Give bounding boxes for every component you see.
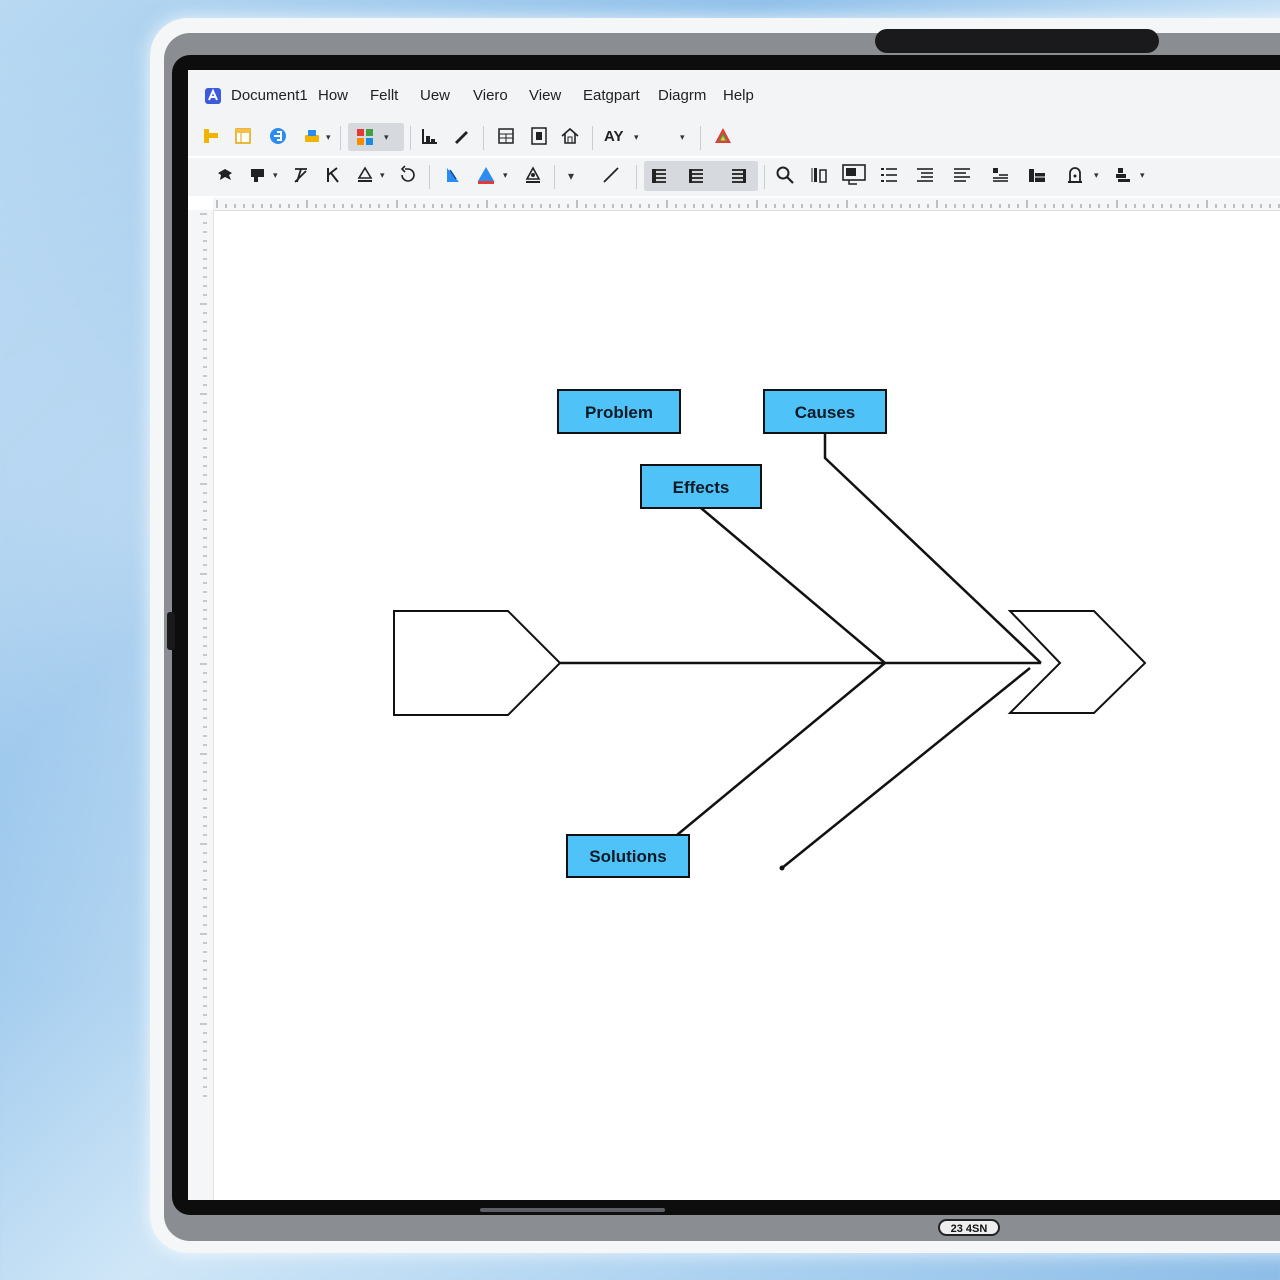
- effects-bone: [700, 507, 886, 664]
- lower-bone: [781, 667, 1031, 869]
- device-badge: 23 4SN: [938, 1219, 1000, 1236]
- causes-bone: [823, 433, 1042, 664]
- causes-node[interactable]: Causes: [763, 389, 887, 434]
- home-indicator: [480, 1208, 665, 1212]
- effects-label: Effects: [673, 478, 730, 497]
- diagram-canvas: Problem Causes Effects Solutions: [393, 389, 1147, 878]
- side-button[interactable]: [167, 612, 175, 650]
- lower-bone-endpoint: [779, 865, 785, 871]
- causes-label: Causes: [795, 403, 855, 422]
- effects-node[interactable]: Effects: [640, 464, 762, 509]
- camera-notch: [875, 29, 1159, 53]
- app-screen: Document1 How Fellt Uew Viero View Eatgp…: [188, 70, 1280, 1200]
- problem-node[interactable]: Problem: [557, 389, 681, 434]
- problem-label: Problem: [585, 403, 653, 422]
- fishbone-tail-shape[interactable]: [393, 610, 562, 716]
- solutions-label: Solutions: [589, 847, 666, 866]
- solutions-node[interactable]: Solutions: [566, 834, 690, 878]
